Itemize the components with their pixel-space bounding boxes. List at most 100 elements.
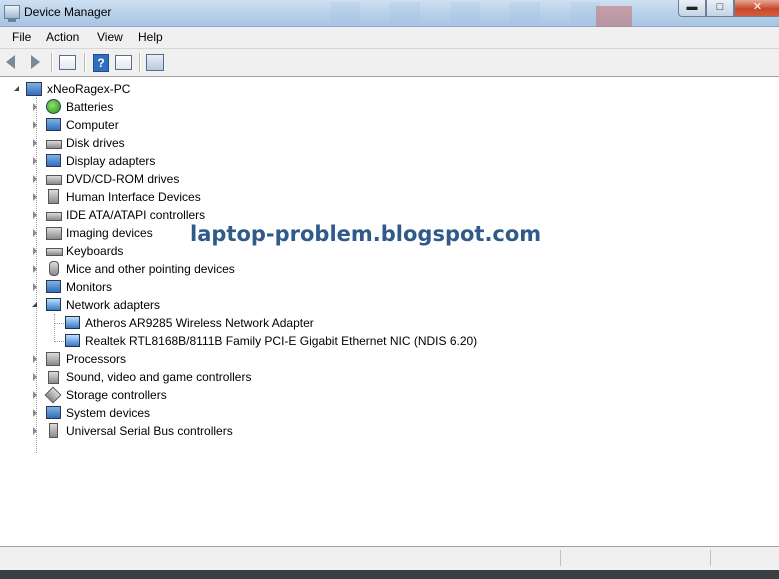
tree-item-system-devices[interactable]: System devices [30,404,230,422]
computer-icon [26,82,42,96]
menu-file[interactable]: File [12,30,31,44]
expand-arrow-icon[interactable] [33,157,37,165]
device-tree[interactable]: xNeoRagex-PC Batteries Computer Disk dri… [0,77,779,545]
tree-item-label: Sound, video and game controllers [66,370,252,384]
expand-arrow-icon[interactable] [33,373,37,381]
expand-arrow-icon[interactable] [33,283,37,291]
expand-arrow-icon[interactable] [33,175,37,183]
tree-item-hid[interactable]: Human Interface Devices [30,188,230,206]
status-bar [0,546,779,570]
expand-arrow-icon[interactable] [33,193,37,201]
tree-connector [54,323,64,324]
disk-drive-icon [46,140,62,149]
collapse-arrow-icon[interactable] [14,86,19,91]
expand-arrow-icon[interactable] [33,103,37,111]
tree-item-label: IDE ATA/ATAPI controllers [66,208,206,222]
tree-item-label: Display adapters [66,154,156,168]
expand-arrow-icon[interactable] [33,355,37,363]
tree-item-network-adapters[interactable]: Network adapters [30,296,230,314]
tree-item-label: Atheros AR9285 Wireless Network Adapter [85,316,314,330]
computer-icon [46,118,61,131]
ide-controller-icon [46,212,62,221]
tree-item-atheros-adapter[interactable]: Atheros AR9285 Wireless Network Adapter [64,314,364,332]
expand-arrow-icon[interactable] [33,229,37,237]
tree-item-label: Disk drives [66,136,125,150]
tree-item-monitors[interactable]: Monitors [30,278,230,296]
tree-item-dvd-drives[interactable]: DVD/CD-ROM drives [30,170,230,188]
back-icon [6,55,15,69]
expand-arrow-icon[interactable] [33,139,37,147]
storage-controller-icon [44,386,62,404]
tree-item-label: System devices [66,406,151,420]
title-bar: Device Manager ▬ □ ✕ [0,0,779,28]
mouse-icon [49,261,59,276]
display-adapter-icon [46,154,61,167]
tree-root-label: xNeoRagex-PC [47,82,131,96]
tree-item-label: Universal Serial Bus controllers [66,424,233,438]
properties-button[interactable] [58,53,76,71]
tree-root[interactable]: xNeoRagex-PC [12,80,212,98]
forward-button[interactable] [27,53,45,71]
window-title: Device Manager [24,5,112,19]
toolbar-separator [51,53,53,72]
keyboard-icon [46,248,63,256]
menu-view[interactable]: View [97,30,123,44]
collapse-arrow-icon[interactable] [32,302,37,307]
expand-arrow-icon[interactable] [33,265,37,273]
expand-arrow-icon[interactable] [33,121,37,129]
tree-item-usb-controllers[interactable]: Universal Serial Bus controllers [30,422,270,440]
monitor-icon [46,280,61,293]
tree-item-label: Network adapters [66,298,161,312]
tree-item-realtek-adapter[interactable]: Realtek RTL8168B/8111B Family PCI-E Giga… [64,332,484,350]
view-icon [115,55,132,70]
tree-connector [54,314,55,342]
tree-item-label: Imaging devices [66,226,153,240]
menu-action[interactable]: Action [46,30,79,44]
tree-item-label: Keyboards [66,244,124,258]
device-manager-icon [4,5,20,22]
tree-item-label: Mice and other pointing devices [66,262,235,276]
tree-item-label: DVD/CD-ROM drives [66,172,180,186]
network-adapter-warning-icon [65,334,80,347]
forward-icon [31,55,40,69]
speaker-icon [48,371,59,384]
view-button[interactable] [114,53,132,71]
expand-arrow-icon[interactable] [33,211,37,219]
usb-icon [49,423,58,438]
properties-icon [59,55,76,70]
window-controls: ▬ □ ✕ [678,0,779,17]
expand-arrow-icon[interactable] [33,409,37,417]
back-button[interactable] [4,53,22,71]
scan-hardware-button[interactable] [145,53,164,71]
toolbar-separator [84,53,86,72]
battery-icon [46,99,61,114]
title-bar-reflection-decoration [596,6,632,28]
scan-hardware-icon [146,54,164,71]
toolbar: ? [0,49,779,77]
minimize-button[interactable]: ▬ [678,0,706,17]
tree-connector [54,341,64,342]
tree-item-label: Monitors [66,280,113,294]
tree-item-display-adapters[interactable]: Display adapters [30,152,230,170]
expand-arrow-icon[interactable] [33,391,37,399]
tree-item-computer[interactable]: Computer [30,116,230,134]
tree-item-label: Computer [66,118,119,132]
tree-item-sound-controllers[interactable]: Sound, video and game controllers [30,368,270,386]
window-bottom-edge [0,570,779,579]
watermark-text: laptop-problem.blogspot.com [190,222,542,246]
menu-help[interactable]: Help [138,30,163,44]
close-button[interactable]: ✕ [734,0,779,17]
help-button[interactable]: ? [91,53,109,72]
menu-bar: File Action View Help [0,27,779,49]
tree-item-label: Batteries [66,100,114,114]
expand-arrow-icon[interactable] [33,427,37,435]
tree-item-batteries[interactable]: Batteries [30,98,230,116]
dvd-drive-icon [46,175,62,185]
maximize-button[interactable]: □ [706,0,734,17]
tree-item-label: Storage controllers [66,388,167,402]
tree-item-storage-controllers[interactable]: Storage controllers [30,386,230,404]
tree-item-processors[interactable]: Processors [30,350,230,368]
tree-item-mice[interactable]: Mice and other pointing devices [30,260,270,278]
expand-arrow-icon[interactable] [33,247,37,255]
tree-item-disk-drives[interactable]: Disk drives [30,134,230,152]
